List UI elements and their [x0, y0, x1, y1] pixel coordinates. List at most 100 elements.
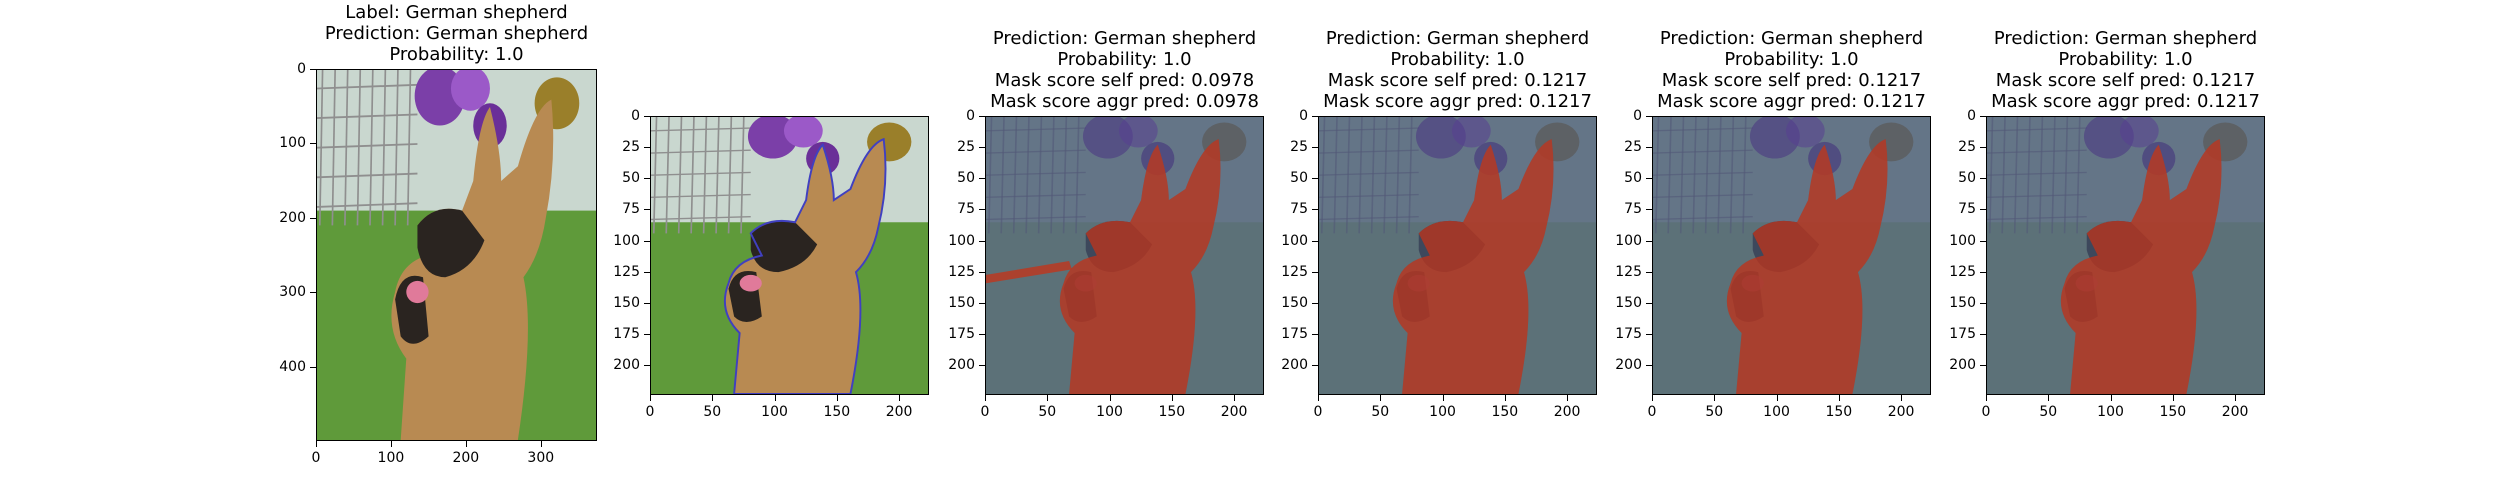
x-tick-label: 150: [1158, 404, 1186, 420]
y-tick: [1646, 178, 1652, 180]
x-tick: [2048, 395, 2050, 401]
y-tick-label: 150: [613, 294, 640, 311]
x-tick: [1318, 395, 1319, 401]
x-tick-label: 200: [2221, 404, 2249, 420]
image-panel-1: Label: German shepherd Prediction: German…: [279, 2, 597, 466]
x-tick-label: 200: [885, 404, 913, 420]
y-axis: 0 100 200 300 400: [279, 61, 316, 441]
y-tick-label: 200: [613, 357, 640, 374]
x-tick-label: 0: [980, 404, 990, 420]
x-axis: 0 100 200 300: [312, 441, 597, 467]
x-tick: [1109, 395, 1111, 401]
x-tick-label: 100: [1763, 404, 1790, 420]
panel-image: [1652, 116, 1931, 395]
x-tick-label: 0: [1647, 404, 1657, 420]
y-tick: [1980, 271, 1986, 273]
x-tick-label: 0: [1981, 404, 1991, 420]
dog-photo-icon: [1653, 117, 1930, 394]
panel-title: Label: German shepherd Prediction: German…: [316, 2, 597, 65]
x-tick: [1047, 395, 1049, 401]
panel-image: [1986, 116, 2265, 395]
dog-photo-icon: [1987, 117, 2264, 394]
y-tick-label: 125: [613, 263, 640, 280]
y-tick-label: 175: [613, 325, 640, 342]
y-tick-label: 75: [957, 201, 975, 218]
panel-title-line: Mask score self pred: 0.0978: [994, 70, 1255, 91]
y-tick: [1646, 116, 1652, 117]
x-tick: [650, 395, 651, 401]
image-panel-2: 0 25 50 75 100 125 150 175 200 0 50 100 150 200: [613, 108, 929, 420]
y-axis: 0 25 50 75 100 125 150 175 200: [1949, 108, 1986, 395]
y-tick-label: 125: [948, 263, 975, 280]
x-tick: [1986, 395, 1987, 401]
y-tick: [979, 271, 985, 273]
x-tick-label: 300: [527, 450, 555, 466]
panel-title-line: Probability: 1.0: [1057, 49, 1192, 70]
y-tick: [1980, 178, 1986, 180]
y-tick: [644, 209, 650, 211]
y-tick-label: 125: [1281, 263, 1308, 280]
x-tick: [316, 441, 317, 447]
image-panel-3: Prediction: German shepherd Probability: …: [948, 28, 1264, 420]
y-tick: [1312, 365, 1318, 367]
y-tick-label: 100: [948, 232, 975, 249]
y-tick: [644, 302, 650, 304]
dog-photo-icon: [1319, 117, 1596, 394]
panel-title-line: Mask score aggr pred: 0.0978: [990, 91, 1259, 112]
y-tick: [644, 365, 650, 367]
x-tick: [1838, 395, 1840, 401]
y-tick: [979, 365, 985, 367]
y-tick-label: 150: [1615, 294, 1642, 311]
panel-title-line: Probability: 1.0: [2058, 49, 2193, 70]
image-panel-6: Prediction: German shepherd Probability: …: [1949, 28, 2265, 420]
y-tick-label: 0: [1967, 108, 1976, 124]
x-tick: [1901, 395, 1903, 401]
y-tick-label: 150: [1281, 294, 1308, 311]
y-tick: [1312, 333, 1318, 335]
x-tick: [1171, 395, 1173, 401]
y-tick: [1980, 365, 1986, 367]
panel-image: [1318, 116, 1597, 395]
x-tick-label: 100: [1429, 404, 1456, 420]
panel-title-line: Probability: 1.0: [1390, 49, 1525, 70]
x-tick-label: 50: [1705, 404, 1724, 420]
x-tick: [1652, 395, 1653, 401]
y-tick-label: 0: [1299, 108, 1308, 124]
y-tick: [310, 292, 316, 294]
y-tick-label: 150: [948, 294, 975, 311]
y-tick: [1312, 209, 1318, 211]
y-tick: [644, 178, 650, 180]
x-tick-label: 100: [2097, 404, 2124, 420]
y-tick-label: 50: [957, 170, 975, 187]
y-tick: [1646, 209, 1652, 211]
y-tick-label: 200: [279, 209, 306, 226]
x-tick-label: 150: [823, 404, 851, 420]
x-tick: [774, 395, 776, 401]
y-tick: [644, 333, 650, 335]
y-tick-label: 150: [1949, 294, 1976, 311]
panel-title-line: Prediction: German shepherd: [992, 28, 1257, 49]
panel-title-line: Label: German shepherd: [345, 2, 568, 23]
y-tick: [979, 147, 985, 149]
panel-title-line: Prediction: German shepherd: [1659, 28, 1924, 49]
y-tick: [979, 116, 985, 117]
y-tick: [310, 69, 316, 70]
y-tick: [1312, 178, 1318, 180]
y-tick: [1980, 209, 1986, 211]
y-tick: [644, 116, 650, 117]
x-tick-label: 200: [1887, 404, 1915, 420]
y-tick-label: 100: [1281, 232, 1308, 249]
x-tick: [2172, 395, 2174, 401]
y-tick-label: 50: [1958, 170, 1976, 187]
y-tick-label: 400: [279, 358, 306, 375]
x-axis: 0 50 100 150 200: [981, 395, 1264, 421]
y-tick-label: 50: [622, 170, 640, 187]
y-tick: [644, 240, 650, 242]
x-tick-label: 150: [1491, 404, 1519, 420]
y-tick: [1980, 147, 1986, 149]
y-tick: [1646, 240, 1652, 242]
y-tick: [1312, 116, 1318, 117]
panel-title-line: Mask score aggr pred: 0.1217: [1991, 91, 2260, 112]
y-axis: 0 25 50 75 100 125 150 175 200: [1615, 108, 1652, 395]
x-tick: [1714, 395, 1716, 401]
